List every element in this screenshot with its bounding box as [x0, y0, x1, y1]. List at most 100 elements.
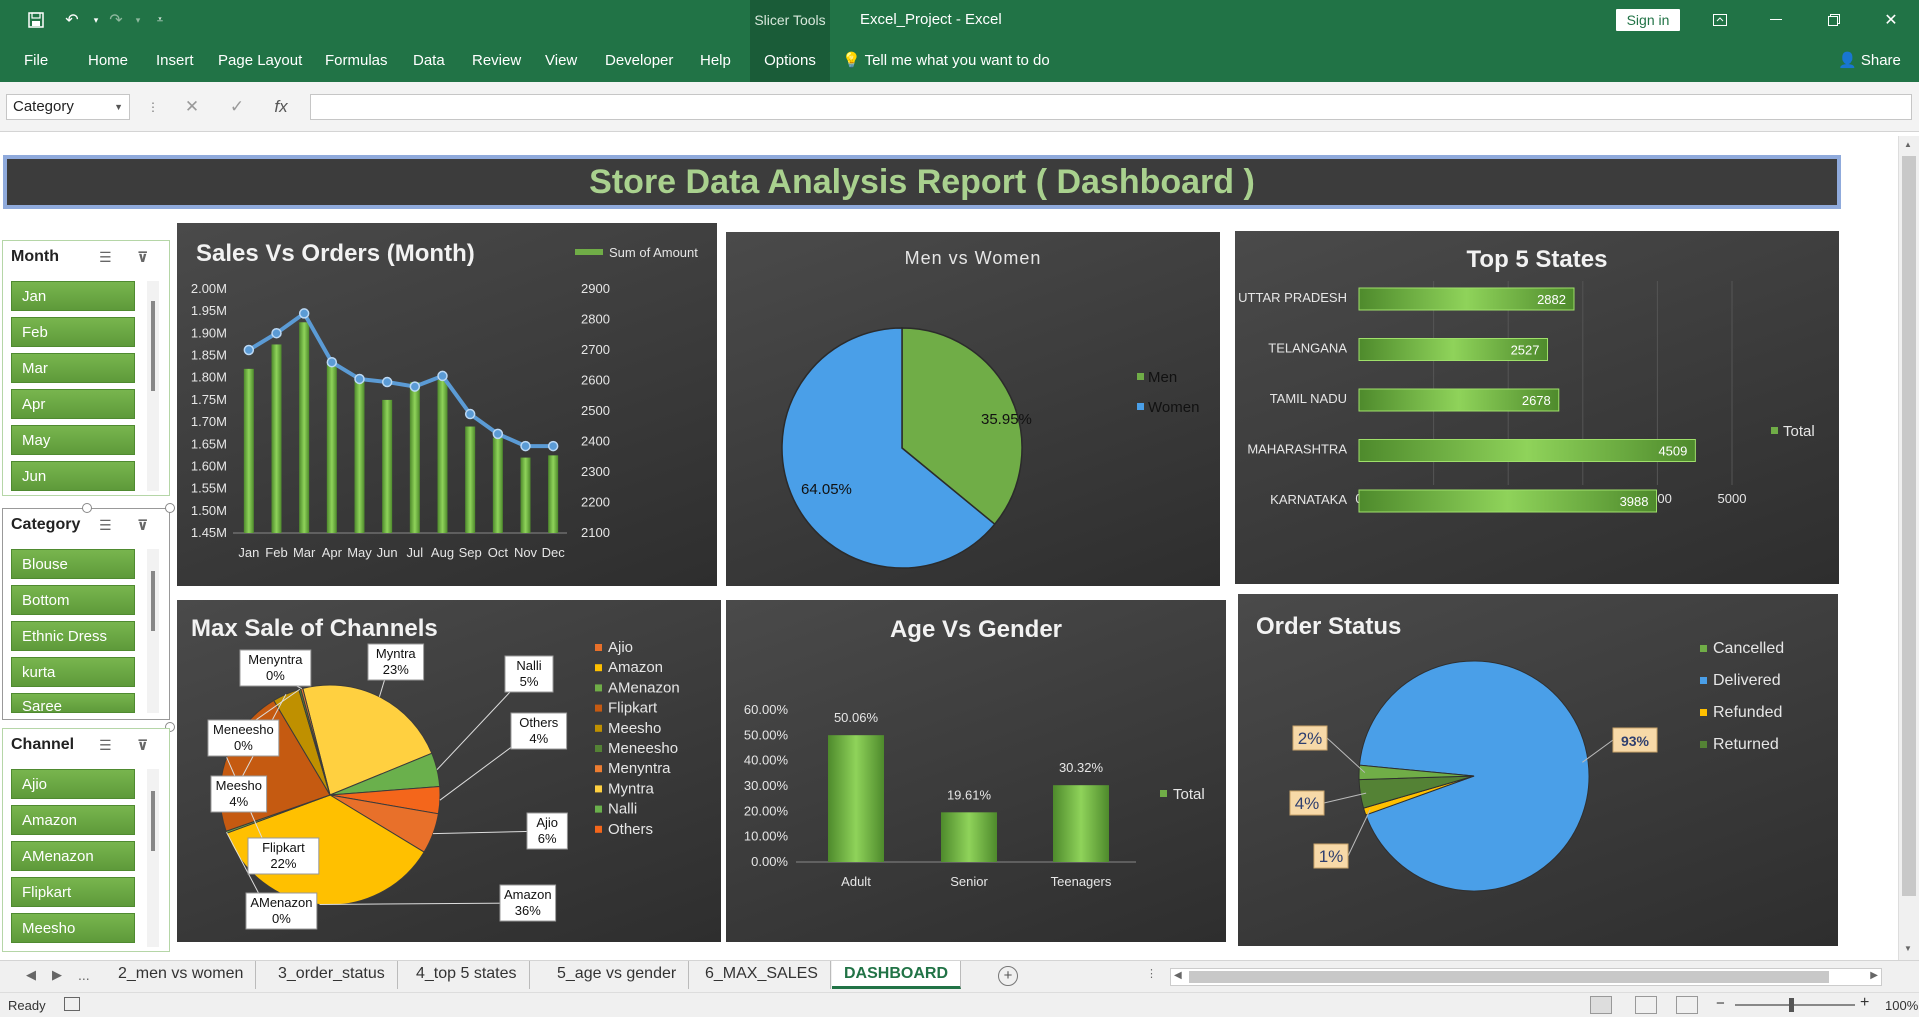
save-icon[interactable]: [24, 8, 48, 32]
slicer-item-meesho[interactable]: Meesho: [11, 913, 135, 943]
slicer-month-scrollbar[interactable]: [147, 281, 159, 491]
sheet-tab-age-vs-gender[interactable]: 5_age vs gender: [545, 961, 690, 989]
redo-dropdown-icon[interactable]: ▾: [126, 8, 150, 32]
slicer-item-kurta[interactable]: kurta: [11, 657, 135, 687]
data-label-value: 4%: [529, 731, 548, 746]
vertical-scroll-thumb[interactable]: [1902, 156, 1916, 896]
confirm-entry-icon[interactable]: ✓: [222, 94, 252, 120]
chart-sales-vs-orders[interactable]: Sales Vs Orders (Month) Sum of Amount 2.…: [177, 223, 717, 586]
slicer-item-ajio[interactable]: Ajio: [11, 769, 135, 799]
clear-filter-icon[interactable]: ⊽: [137, 241, 148, 273]
slicer-category[interactable]: Category ☰ ⊽ Blouse Bottom Ethnic Dress …: [2, 508, 170, 720]
tab-data[interactable]: Data: [413, 40, 445, 82]
tell-me-search[interactable]: 💡 Tell me what you want to do: [842, 40, 1050, 82]
scroll-down-icon[interactable]: ▼: [1904, 944, 1912, 953]
cancel-entry-icon[interactable]: ✕: [177, 94, 207, 120]
scroll-up-icon[interactable]: ▲: [1904, 140, 1912, 149]
slicer-channel-scrollbar[interactable]: [147, 769, 159, 947]
zoom-in-icon[interactable]: +: [1860, 994, 1869, 1012]
orders-line: [247, 310, 554, 449]
chevron-down-icon[interactable]: ▼: [114, 95, 123, 119]
prev-sheet-icon[interactable]: ◀: [26, 967, 36, 983]
slicer-channel-scroll-thumb[interactable]: [151, 791, 155, 851]
tab-formulas[interactable]: Formulas: [325, 40, 388, 82]
customize-toolbar-icon[interactable]: ⩡: [148, 8, 172, 32]
page-break-view-icon[interactable]: [1676, 996, 1698, 1014]
slicer-item-jan[interactable]: Jan: [11, 281, 135, 311]
slicer-item-blouse[interactable]: Blouse: [11, 549, 135, 579]
close-icon[interactable]: ✕: [1868, 0, 1914, 40]
slicer-month[interactable]: Month ☰ ⊽ Jan Feb Mar Apr May Jun: [2, 240, 170, 496]
tab-page-layout[interactable]: Page Layout: [218, 40, 302, 82]
zoom-level[interactable]: 100%: [1885, 998, 1918, 1013]
more-sheets-button[interactable]: ...: [78, 967, 90, 983]
slicer-item-flipkart[interactable]: Flipkart: [11, 877, 135, 907]
multi-select-icon[interactable]: ☰: [99, 729, 112, 761]
vertical-scrollbar[interactable]: ▲ ▼: [1898, 136, 1919, 960]
slicer-item-jun[interactable]: Jun: [11, 461, 135, 491]
resize-handle[interactable]: [82, 503, 92, 513]
tab-insert[interactable]: Insert: [156, 40, 194, 82]
scroll-left-icon[interactable]: ◀: [1174, 970, 1182, 981]
sheet-tab-dashboard[interactable]: DASHBOARD: [832, 961, 961, 989]
slicer-item-amenazon[interactable]: AMenazon: [11, 841, 135, 871]
normal-view-icon[interactable]: [1590, 996, 1612, 1014]
slicer-item-bottom[interactable]: Bottom: [11, 585, 135, 615]
zoom-slider[interactable]: [1735, 1004, 1855, 1006]
chart-order-status[interactable]: Order Status 93% 1% 4% 2% Cancelled Delivered…: [1238, 594, 1838, 946]
slicer-item-saree[interactable]: Saree: [11, 693, 135, 713]
restore-icon[interactable]: [1811, 0, 1857, 40]
redo-icon[interactable]: ↷: [104, 8, 128, 32]
clear-filter-icon[interactable]: ⊽: [137, 509, 148, 541]
undo-icon[interactable]: ↶: [60, 8, 84, 32]
slicer-item-apr[interactable]: Apr: [11, 389, 135, 419]
share-button[interactable]: 👤 Share: [1838, 40, 1901, 82]
sign-in-button[interactable]: Sign in: [1616, 9, 1680, 31]
insert-function-icon[interactable]: fx: [266, 94, 296, 120]
slicer-category-scroll-thumb[interactable]: [151, 571, 155, 631]
ribbon-display-options-icon[interactable]: [1697, 0, 1743, 40]
tab-file[interactable]: File: [24, 40, 48, 82]
chart-men-vs-women[interactable]: Men vs Women 35.95% 64.05% Men Women: [726, 232, 1220, 586]
chart-max-sale-channels[interactable]: Max Sale of Channels Myntra 23% Nalli 5% Oth…: [177, 600, 721, 942]
next-sheet-icon[interactable]: ▶: [52, 967, 62, 983]
tab-options[interactable]: Options: [750, 40, 830, 82]
data-label-name: Menyntra: [248, 652, 303, 667]
multi-select-icon[interactable]: ☰: [99, 241, 112, 273]
name-box[interactable]: Category ▼: [6, 94, 130, 120]
tab-view[interactable]: View: [545, 40, 577, 82]
slicer-category-scrollbar[interactable]: [147, 549, 159, 713]
slicer-item-may[interactable]: May: [11, 425, 135, 455]
multi-select-icon[interactable]: ☰: [99, 509, 112, 541]
scroll-right-icon[interactable]: ▶: [1870, 970, 1878, 981]
more-options-icon[interactable]: ⋮: [138, 94, 168, 120]
horizontal-scroll-thumb[interactable]: [1189, 971, 1829, 983]
sheet-tab-men-vs-women[interactable]: 2_men vs women: [106, 961, 257, 989]
tab-help[interactable]: Help: [700, 40, 731, 82]
macro-recording-icon[interactable]: [64, 997, 80, 1011]
slicer-item-amazon[interactable]: Amazon: [11, 805, 135, 835]
minimize-icon[interactable]: [1753, 0, 1799, 40]
page-layout-view-icon[interactable]: [1635, 996, 1657, 1014]
sheet-tab-top-5-states[interactable]: 4_top 5 states: [404, 961, 530, 989]
zoom-out-icon[interactable]: −: [1716, 995, 1725, 1012]
tab-review[interactable]: Review: [472, 40, 521, 82]
add-sheet-icon[interactable]: +: [998, 966, 1018, 986]
slicer-month-scroll-thumb[interactable]: [151, 301, 155, 391]
sheet-tab-max-sales[interactable]: 6_MAX_SALES: [693, 961, 831, 989]
slicer-channel[interactable]: Channel ☰ ⊽ Ajio Amazon AMenazon Flipkar…: [2, 728, 170, 952]
clear-filter-icon[interactable]: ⊽: [137, 729, 148, 761]
splitter-handle-icon[interactable]: ⋮: [1146, 967, 1157, 980]
resize-handle[interactable]: [165, 503, 175, 513]
chart-top-5-states[interactable]: Top 5 States 010002000300040005000UTTAR …: [1235, 231, 1839, 584]
horizontal-scrollbar[interactable]: ◀ ▶: [1170, 968, 1882, 986]
tab-developer[interactable]: Developer: [605, 40, 673, 82]
zoom-slider-knob[interactable]: [1789, 998, 1794, 1012]
slicer-item-feb[interactable]: Feb: [11, 317, 135, 347]
chart-age-vs-gender[interactable]: Age Vs Gender 60.00% 50.00% 40.00% 30.00% 20…: [726, 600, 1226, 942]
tab-home[interactable]: Home: [88, 40, 128, 82]
slicer-item-mar[interactable]: Mar: [11, 353, 135, 383]
slicer-item-ethnic-dress[interactable]: Ethnic Dress: [11, 621, 135, 651]
sheet-tab-order-status[interactable]: 3_order_status: [266, 961, 398, 989]
formula-input[interactable]: [310, 94, 1912, 120]
